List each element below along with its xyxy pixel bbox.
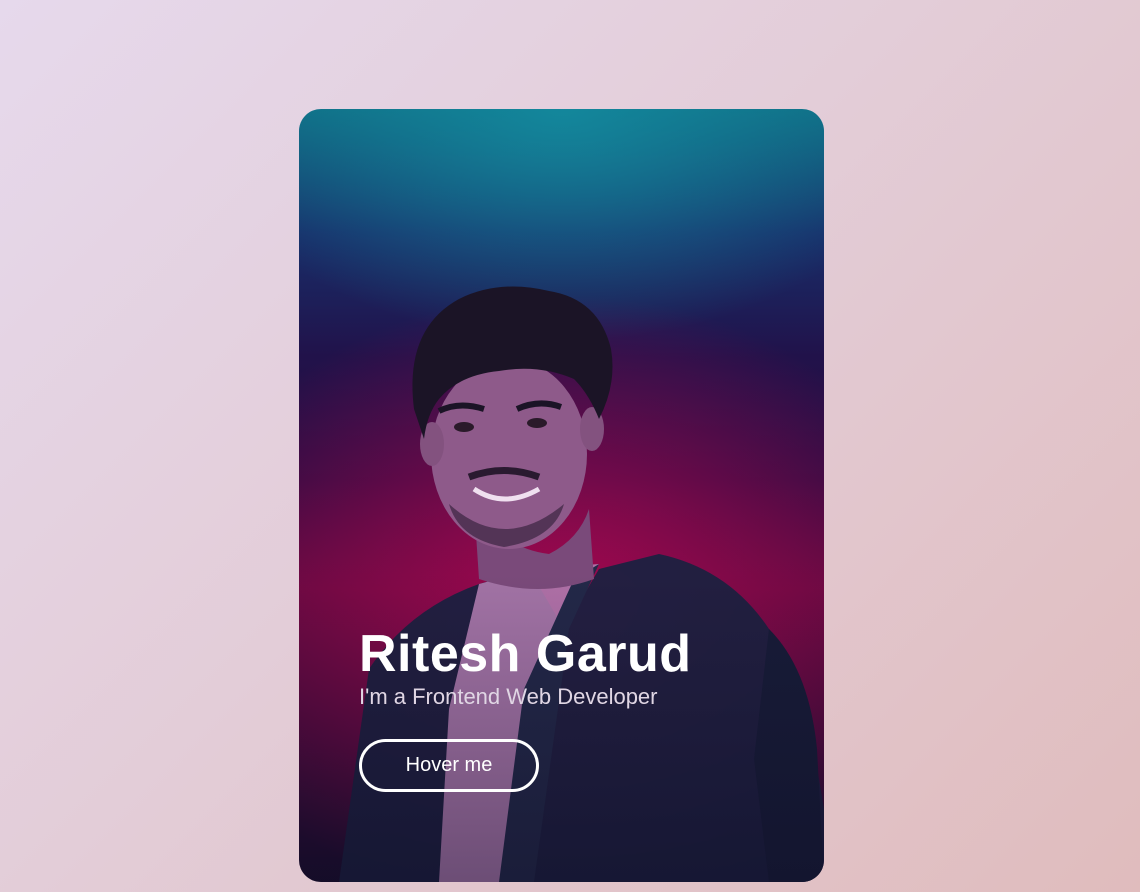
profile-name: Ritesh Garud xyxy=(359,625,692,683)
card-content: Ritesh Garud I'm a Frontend Web Develope… xyxy=(359,624,799,792)
profile-card[interactable]: Ritesh Garud I'm a Frontend Web Develope… xyxy=(299,109,824,882)
profile-role: I'm a Frontend Web Developer xyxy=(359,684,658,709)
hover-me-button[interactable]: Hover me xyxy=(359,739,539,792)
